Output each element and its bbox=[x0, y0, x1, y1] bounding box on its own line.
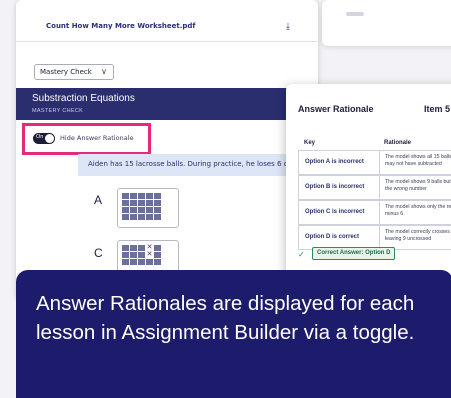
lesson-banner: Substraction Equations MASTERY CHECK bbox=[16, 88, 318, 120]
column-header-key: Key bbox=[304, 140, 316, 146]
answer-rationale-toggle[interactable]: On bbox=[33, 133, 55, 144]
panel-item-number: Item 5 bbox=[424, 104, 451, 114]
placeholder-bar bbox=[346, 12, 364, 16]
check-icon: ✓ bbox=[298, 250, 305, 259]
row-key: Option D is correct bbox=[305, 234, 360, 240]
choice-letter-c: C bbox=[94, 246, 103, 260]
table-row: Option B is incorrect The model shows 9 … bbox=[298, 175, 451, 201]
lesson-title: Substraction Equations bbox=[32, 93, 135, 104]
row-key: Option A is incorrect bbox=[305, 159, 364, 165]
correct-answer-badge: Correct Answer: Option D bbox=[312, 247, 396, 260]
question-strip: Aiden has 15 lacrosse balls. During prac… bbox=[78, 154, 318, 176]
lesson-subtitle: MASTERY CHECK bbox=[32, 108, 84, 114]
table-row: Option A is incorrect The model shows al… bbox=[298, 150, 451, 176]
row-rationale: The model shows all 15 balls; the studen… bbox=[385, 154, 451, 167]
row-rationale: The model correctly crosses out 6, leavi… bbox=[385, 229, 451, 242]
row-key: Option B is incorrect bbox=[305, 184, 365, 190]
table-row: Option C is incorrect The model shows on… bbox=[298, 200, 451, 226]
toggle-state-label: On bbox=[36, 134, 44, 140]
lesson-type-dropdown[interactable]: Mastery Check ∨ bbox=[34, 64, 114, 80]
ball-grid: ✕ ✕ bbox=[122, 244, 161, 265]
callout-text: Answer Rationales are displayed for each… bbox=[36, 292, 415, 344]
row-rationale: The model shows only the result of 15 mi… bbox=[385, 204, 451, 217]
chevron-down-icon: ∨ bbox=[101, 67, 107, 76]
choice-a-image[interactable] bbox=[117, 188, 179, 228]
question-text: Aiden has 15 lacrosse balls. During prac… bbox=[88, 160, 291, 168]
callout-box: Answer Rationales are displayed for each… bbox=[16, 270, 451, 398]
dropdown-value: Mastery Check bbox=[40, 68, 92, 76]
toggle-label: Hide Answer Rationale bbox=[60, 134, 134, 142]
row-rationale: The model shows 9 balls but crosses out … bbox=[385, 179, 451, 192]
secondary-card bbox=[322, 0, 451, 46]
file-row[interactable]: Count How Many More Worksheet.pdf ⤓ bbox=[16, 0, 318, 42]
toggle-knob bbox=[45, 134, 54, 143]
panel-title: Answer Rationale bbox=[298, 104, 374, 114]
column-header-rationale: Rationale bbox=[384, 140, 412, 146]
choice-letter-a: A bbox=[94, 193, 103, 207]
download-icon[interactable]: ⤓ bbox=[286, 21, 290, 32]
ball-grid bbox=[122, 193, 161, 220]
row-key: Option C is incorrect bbox=[305, 209, 365, 215]
file-name-link[interactable]: Count How Many More Worksheet.pdf bbox=[46, 22, 195, 30]
answer-rationale-toggle-highlight: On Hide Answer Rationale bbox=[22, 123, 151, 155]
